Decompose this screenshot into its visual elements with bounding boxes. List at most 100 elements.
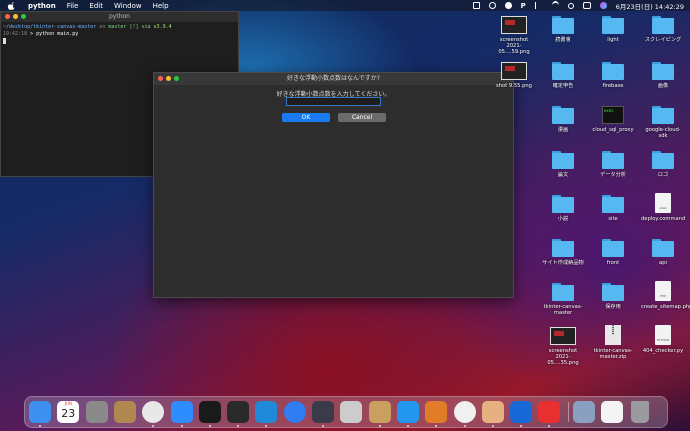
desktop-folder-front[interactable]: front bbox=[591, 239, 635, 266]
desktop-folder-light[interactable]: light bbox=[591, 16, 635, 43]
trash-icon[interactable] bbox=[631, 401, 650, 423]
zoom-icon[interactable] bbox=[21, 14, 26, 19]
sequel-pro-icon[interactable] bbox=[340, 401, 363, 423]
desktop-icon-screenshot-55[interactable]: shot 9.55.png bbox=[492, 62, 536, 89]
keka-icon[interactable] bbox=[368, 401, 391, 423]
running-indicator bbox=[237, 425, 240, 427]
terminal-path: ~/desktop/tkinter-canvas-master bbox=[3, 24, 97, 30]
github-icon[interactable] bbox=[504, 2, 512, 9]
terminal-icon[interactable] bbox=[227, 401, 250, 423]
desktop-folder-gazou[interactable]: 画像 bbox=[641, 62, 685, 89]
apple-menu-icon[interactable] bbox=[7, 1, 17, 10]
python-file-icon: PYTHON bbox=[655, 325, 671, 345]
screenshot-stack-icon[interactable] bbox=[572, 401, 595, 423]
folder-icon bbox=[652, 151, 674, 169]
minimize-icon[interactable] bbox=[13, 14, 18, 19]
menu-app-name[interactable]: python bbox=[28, 2, 56, 10]
desktop-folder-logo[interactable]: ロゴ bbox=[641, 151, 685, 178]
folder-icon bbox=[552, 283, 574, 301]
calendar-icon[interactable]: JUN 23 bbox=[57, 401, 80, 423]
finder-icon[interactable] bbox=[29, 401, 51, 423]
menubar-clock[interactable]: 6月23日(日) 14:42:29 bbox=[616, 1, 684, 11]
system-preferences-icon[interactable] bbox=[85, 401, 108, 423]
desktop-icon-cloud-sql-proxy[interactable]: exec cloud_sql_proxy bbox=[591, 106, 635, 133]
desktop-folder-hozonyou[interactable]: 保存用 bbox=[591, 283, 635, 310]
desktop-folder-site-deliverables[interactable]: サイト作成納品物 bbox=[541, 239, 585, 266]
float-input-dialog[interactable]: 好きな浮動小数点数はなんですか? 好きな浮動小数点数を入力してください。 OK … bbox=[153, 72, 514, 298]
desktop-folder-google-cloud-sdk[interactable]: google-cloud-sdk bbox=[641, 106, 685, 139]
dialog-minimize-icon[interactable] bbox=[166, 76, 171, 81]
desktop-folder-dokushokai[interactable]: 読書會 bbox=[541, 16, 585, 43]
desktop-folder-ronbun[interactable]: 論文 bbox=[541, 151, 585, 178]
running-indicator bbox=[435, 425, 438, 427]
menu-file[interactable]: File bbox=[67, 2, 79, 10]
git-client-icon[interactable] bbox=[425, 401, 448, 423]
running-indicator bbox=[39, 425, 41, 427]
running-indicator bbox=[548, 425, 551, 427]
desktop-folder-data-analysis[interactable]: データ分析 bbox=[591, 151, 635, 178]
vscode-icon[interactable] bbox=[255, 401, 278, 423]
dock-separator bbox=[567, 402, 569, 422]
folder-icon bbox=[552, 106, 574, 124]
close-icon[interactable] bbox=[5, 14, 10, 19]
desktop-folder-shousetsu[interactable]: 小説 bbox=[541, 195, 585, 222]
terminal-titlebar[interactable]: python bbox=[1, 12, 238, 22]
quicktime-icon[interactable] bbox=[312, 401, 334, 423]
desktop-folder-site[interactable]: site bbox=[591, 195, 635, 222]
terminal-branch: master [!] via bbox=[108, 24, 151, 30]
folder-icon bbox=[602, 16, 624, 34]
terminal-cursor bbox=[3, 38, 6, 44]
parking-icon[interactable]: P bbox=[521, 2, 526, 10]
desktop-file-tkinter-zip[interactable]: tkinter-canvas-master.zip bbox=[591, 325, 635, 360]
menu-edit[interactable]: Edit bbox=[89, 2, 103, 10]
running-indicator bbox=[208, 425, 211, 427]
control-center-icon[interactable] bbox=[582, 2, 591, 9]
wifi-icon[interactable] bbox=[551, 1, 559, 10]
search-icon[interactable] bbox=[567, 2, 574, 9]
docker-icon[interactable] bbox=[396, 401, 419, 423]
iterm-icon[interactable] bbox=[198, 401, 221, 423]
running-indicator bbox=[152, 425, 155, 427]
running-indicator bbox=[180, 425, 183, 427]
terminal-output[interactable]: ~/desktop/tkinter-canvas-master on maste… bbox=[1, 22, 238, 48]
infinity-app-icon[interactable] bbox=[510, 401, 533, 423]
dialog-zoom-icon[interactable] bbox=[174, 76, 179, 81]
status-menu-icon[interactable] bbox=[472, 2, 480, 9]
document-stack-icon[interactable] bbox=[601, 401, 623, 423]
desktop-file-404-checker[interactable]: PYTHON 404_checker.py bbox=[641, 325, 685, 354]
archive-utility-icon[interactable] bbox=[113, 401, 136, 423]
desktop-folder-kakutei[interactable]: 確定申告 bbox=[541, 62, 585, 89]
clock-icon[interactable] bbox=[538, 401, 561, 423]
desktop-folder-tkinter-canvas-master[interactable]: tkinter-canvas-master bbox=[541, 283, 585, 316]
menu-window[interactable]: Window bbox=[114, 2, 142, 10]
dialog-titlebar[interactable]: 好きな浮動小数点数はなんですか? bbox=[154, 73, 513, 85]
desktop-file-create-sitemap[interactable]: PHP create_sitemap.php bbox=[641, 281, 690, 310]
desktop-folder-manga[interactable]: 漫画 bbox=[541, 106, 585, 133]
record-icon[interactable] bbox=[488, 2, 496, 9]
safari-icon[interactable] bbox=[283, 401, 306, 423]
desktop-folder-firebase[interactable]: firebase bbox=[591, 62, 635, 89]
bluetooth-icon[interactable] bbox=[534, 2, 543, 9]
zoom-icon[interactable] bbox=[170, 401, 193, 423]
ok-button[interactable]: OK bbox=[282, 113, 330, 122]
desktop-folder-api[interactable]: api bbox=[641, 239, 685, 266]
desktop-folder-scraping[interactable]: スクレイピング bbox=[641, 16, 685, 43]
image-file-icon bbox=[501, 62, 527, 80]
dialog-close-icon[interactable] bbox=[158, 76, 163, 81]
cancel-button[interactable]: Cancel bbox=[338, 113, 386, 122]
postgres-icon[interactable] bbox=[453, 401, 476, 423]
chrome-icon[interactable] bbox=[142, 401, 165, 423]
siri-icon[interactable] bbox=[599, 2, 607, 9]
running-indicator bbox=[406, 425, 409, 427]
desktop-icon-screenshot-59[interactable]: screenshot 2021-05....59.png bbox=[492, 16, 536, 55]
running-indicator bbox=[463, 425, 466, 427]
menubar: python File Edit Window Help P 6月23日(日) … bbox=[0, 0, 690, 11]
float-input[interactable] bbox=[286, 97, 381, 106]
preview-icon[interactable] bbox=[481, 401, 504, 423]
folder-icon bbox=[552, 16, 574, 34]
desktop-file-deploy-command[interactable]: shell deploy.command bbox=[641, 193, 685, 222]
desktop-icon-screenshot-35[interactable]: screenshot 2021-05....35.png bbox=[541, 327, 585, 366]
folder-icon bbox=[602, 62, 624, 80]
menu-help[interactable]: Help bbox=[153, 2, 169, 10]
terminal-line-command: 19:42:18 > python main.py bbox=[3, 31, 236, 38]
